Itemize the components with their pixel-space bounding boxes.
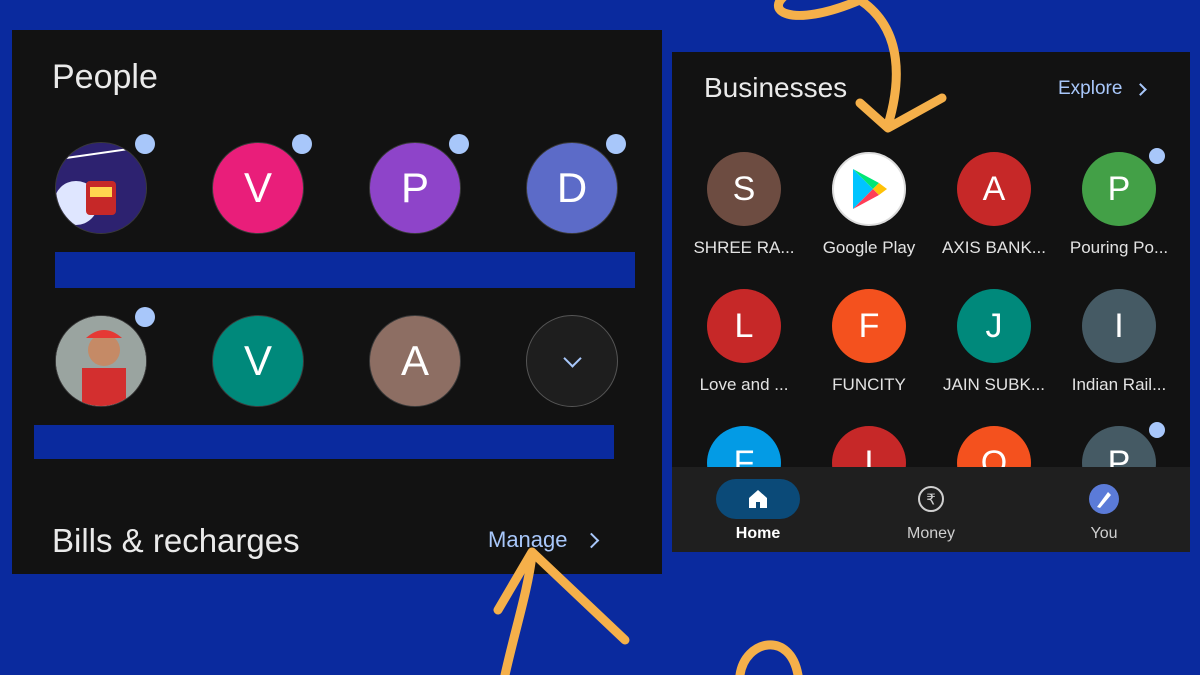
arrow-to-google-play	[774, 0, 901, 130]
arrow-curl	[735, 640, 803, 675]
annotation-arrows	[493, 0, 947, 675]
